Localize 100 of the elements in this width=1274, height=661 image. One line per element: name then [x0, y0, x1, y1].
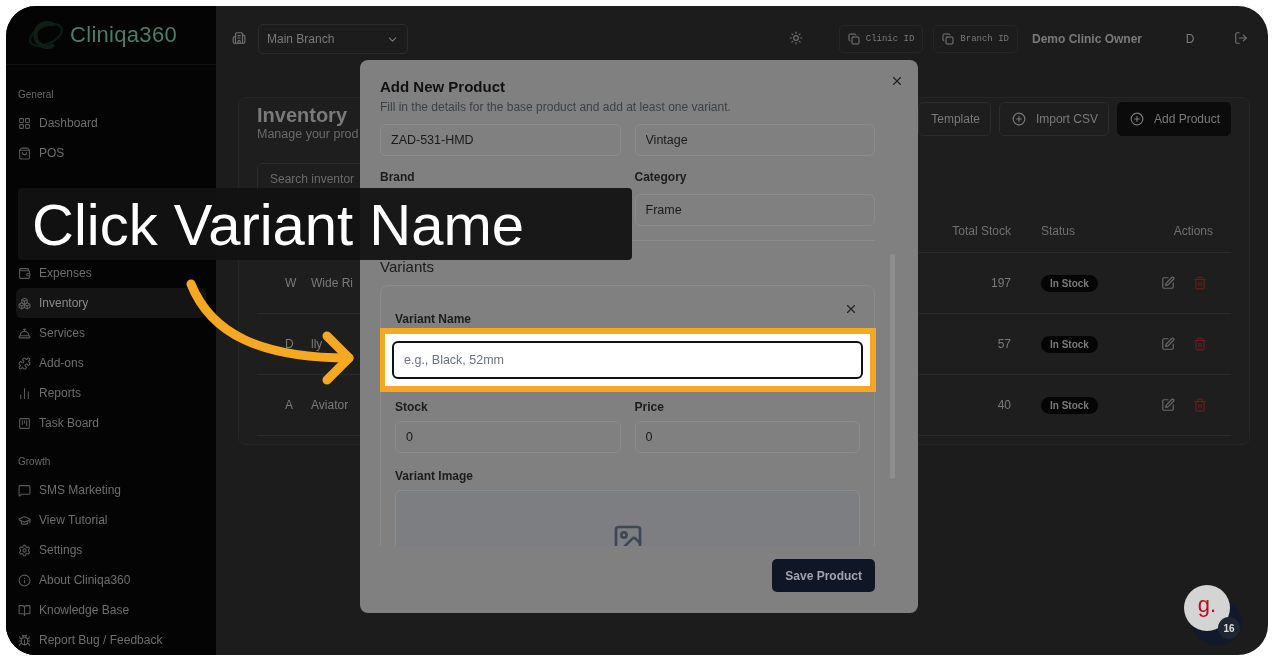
product-initial: A	[285, 398, 293, 412]
stock-cell: 40	[997, 398, 1011, 412]
dashboard-icon	[18, 116, 31, 130]
price-field[interactable]: 0	[634, 421, 860, 453]
boxes-icon	[18, 296, 31, 310]
sidebar-item[interactable]: Dashboard	[16, 108, 206, 138]
settings-icon	[18, 543, 31, 557]
text-field[interactable]: Frame	[634, 194, 875, 226]
sidebar-item-label: Services	[39, 326, 85, 340]
user-name: Demo Clinic Owner	[1031, 32, 1142, 46]
sidebar-item[interactable]: Task Board	[16, 408, 206, 438]
product-name: Wide Ri	[311, 276, 353, 290]
toolbar-button[interactable]: Add Product	[1116, 102, 1231, 136]
column-header: Actions	[1172, 223, 1214, 238]
status-badge: In Stock	[1041, 397, 1098, 414]
book-icon	[18, 603, 31, 617]
status-badge: In Stock	[1041, 336, 1098, 353]
sidebar-item[interactable]: Knowledge Base	[16, 595, 206, 625]
arrow-icon	[186, 279, 354, 385]
logout-icon[interactable]	[1234, 31, 1250, 47]
toolbar-button[interactable]: Import CSV	[998, 102, 1109, 136]
sidebar-item-label: View Tutorial	[39, 513, 108, 527]
product-name: lly	[311, 337, 323, 351]
copy-chip[interactable]: Branch ID	[933, 25, 1018, 53]
field-label: Variant Image	[395, 469, 475, 483]
building-icon	[232, 31, 248, 47]
logo-text: Cliniqa360	[70, 22, 177, 48]
modal-title: Add New Product	[380, 78, 506, 95]
wallet-icon	[18, 266, 31, 280]
bag-icon	[18, 146, 31, 160]
stock-cell: 197	[990, 276, 1011, 290]
sidebar-item-label: Reports	[39, 386, 82, 400]
graduation-cap-icon	[18, 513, 31, 527]
sidebar-item[interactable]: About Cliniqa360	[16, 565, 206, 595]
board-icon	[18, 416, 31, 430]
info-icon	[18, 573, 31, 587]
save-button[interactable]: Save Product	[772, 559, 875, 592]
field-label: Variant Name	[395, 312, 473, 326]
product-initial: D	[285, 337, 294, 351]
bell-icon	[18, 326, 31, 340]
sidebar-item-label: Add-ons	[39, 356, 84, 370]
sidebar-item[interactable]: Add-ons	[16, 348, 206, 378]
bug-icon	[18, 633, 31, 647]
text-field[interactable]: Vintage	[634, 124, 875, 156]
modal-subtitle: Fill in the details for the base product and add at least one variant.	[380, 100, 732, 114]
edit-icon[interactable]	[1161, 398, 1175, 412]
chip-label: Branch ID	[960, 34, 1009, 44]
message-icon	[18, 483, 31, 497]
sidebar-item[interactable]: SMS Marketing	[16, 475, 206, 505]
page-subtitle: Manage your prod	[257, 127, 359, 141]
sidebar-item-label: Task Board	[39, 416, 100, 430]
sidebar-item-label: Dashboard	[39, 116, 98, 130]
field-label: Brand	[380, 170, 416, 184]
stock-cell: 57	[997, 337, 1011, 351]
edit-icon[interactable]	[1161, 276, 1175, 290]
sun-icon[interactable]	[788, 31, 805, 47]
bar-chart-icon	[18, 386, 31, 400]
field-label: Category	[634, 170, 688, 184]
user-avatar[interactable]: D	[1176, 32, 1204, 46]
plus-circle-icon	[1011, 112, 1026, 126]
copy-icon	[942, 33, 955, 45]
sidebar-item[interactable]: Report Bug / Feedback	[16, 625, 206, 655]
sidebar-item-label: Inventory	[39, 296, 89, 310]
section-heading: Growth	[17, 456, 52, 467]
sidebar-item-label: Report Bug / Feedback	[39, 633, 163, 647]
sidebar-item-label: Settings	[39, 543, 83, 557]
copy-icon	[847, 33, 860, 45]
sidebar-item[interactable]: Inventory	[16, 288, 206, 318]
edit-icon[interactable]	[1161, 337, 1175, 351]
sidebar-item-label: About Cliniqa360	[39, 573, 131, 587]
sidebar-item[interactable]: Expenses	[16, 258, 206, 288]
field-label: Price	[634, 400, 665, 414]
tutorial-callout: Click Variant Name	[18, 188, 632, 260]
close-button[interactable]	[890, 74, 904, 88]
variant-name-field[interactable]: e.g., Black, 52mm	[392, 341, 863, 379]
sidebar-item[interactable]: Services	[16, 318, 206, 348]
close-button[interactable]	[844, 302, 858, 316]
sidebar-item-label: Expenses	[39, 266, 92, 280]
column-header: Total Stock	[951, 223, 1011, 238]
sidebar-item[interactable]: Settings	[16, 535, 206, 565]
text-field[interactable]: ZAD-531-HMD	[380, 124, 621, 156]
sidebar-item[interactable]: Reports	[16, 378, 206, 408]
sidebar-item[interactable]: View Tutorial	[16, 505, 206, 535]
chip-label: Clinic ID	[865, 34, 915, 44]
branch-select[interactable]: Main Branch	[258, 24, 408, 54]
puzzle-icon	[18, 356, 31, 370]
section-heading: Variants	[380, 258, 435, 275]
sidebar-item-label: POS	[39, 146, 65, 160]
copy-chip[interactable]: Clinic ID	[838, 25, 924, 53]
field-label: Stock	[395, 400, 429, 414]
section-heading: General	[17, 89, 55, 100]
status-badge: In Stock	[1041, 275, 1098, 292]
product-initial: W	[285, 276, 297, 290]
plus-circle-icon	[1129, 112, 1144, 126]
sidebar-item[interactable]: POS	[16, 138, 206, 168]
page-title: Inventory	[257, 104, 349, 127]
sidebar-item-label: SMS Marketing	[39, 483, 122, 497]
stock-field[interactable]: 0	[395, 421, 621, 453]
product-name: Aviator	[311, 398, 349, 412]
column-header: Status	[1040, 223, 1077, 238]
